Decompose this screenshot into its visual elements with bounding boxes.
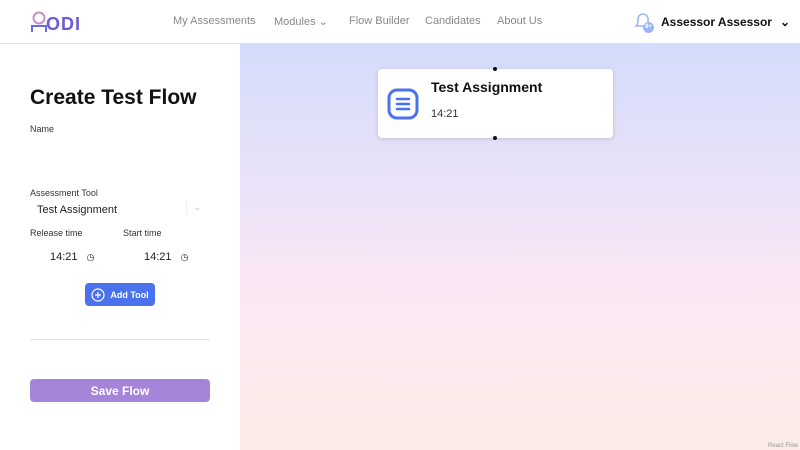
page-title: Create Test Flow	[30, 86, 197, 109]
node-title: Test Assignment	[431, 79, 543, 95]
clock-icon[interactable]: ◷	[181, 252, 189, 262]
flow-canvas[interactable]: Test Assignment 14:21 React Flow	[240, 44, 800, 450]
save-flow-button[interactable]: Save Flow	[30, 379, 210, 402]
start-time-input[interactable]: 14:21 ◷	[144, 251, 188, 263]
chevron-down-icon: ⌄	[318, 16, 328, 28]
nav-flow-builder[interactable]: Flow Builder	[349, 15, 410, 27]
assessment-tool-select[interactable]: Test Assignment ⌄	[30, 200, 210, 220]
node-time: 14:21	[431, 108, 459, 120]
release-time-value: 14:21	[50, 251, 78, 263]
nav-about-us[interactable]: About Us	[497, 15, 542, 27]
assessment-tool-label: Assessment Tool	[30, 188, 98, 198]
add-tool-button[interactable]: Add Tool	[85, 283, 155, 306]
divider	[30, 339, 210, 340]
user-name: Assessor Assessor	[661, 15, 772, 29]
bell-icon[interactable]: 8+	[633, 12, 654, 33]
node-handle-bottom[interactable]	[493, 136, 497, 140]
release-time-label: Release time	[30, 228, 83, 238]
name-label: Name	[30, 124, 55, 134]
start-time-value: 14:21	[144, 251, 172, 263]
logo-text: ODI	[46, 14, 82, 34]
nav-my-assessments[interactable]: My Assessments	[173, 15, 256, 27]
nav-modules[interactable]: Modules ⌄	[274, 15, 328, 28]
start-time-label: Start time	[123, 228, 162, 238]
assessment-tool-value: Test Assignment	[37, 204, 118, 216]
top-navbar: ODI My Assessments Modules ⌄ Flow Builde…	[0, 0, 800, 44]
user-menu[interactable]: 8+ Assessor Assessor ⌄	[633, 12, 791, 33]
release-time-input[interactable]: 14:21 ◷	[50, 251, 94, 263]
notification-badge: 8+	[643, 22, 654, 33]
flow-node-test-assignment[interactable]: Test Assignment 14:21	[378, 67, 613, 140]
react-flow-attribution[interactable]: React Flow	[768, 443, 798, 449]
add-tool-label: Add Tool	[110, 289, 149, 300]
node-handle-top[interactable]	[493, 67, 497, 71]
document-icon	[387, 88, 419, 120]
nav-modules-label: Modules	[274, 16, 316, 28]
chevron-down-icon: ⌄	[186, 202, 201, 213]
chevron-down-icon: ⌄	[779, 15, 791, 29]
odi-logo[interactable]: ODI	[30, 11, 81, 33]
plus-circle-icon	[91, 287, 105, 302]
clock-icon[interactable]: ◷	[87, 252, 95, 262]
name-input[interactable]	[30, 140, 210, 164]
nav-candidates[interactable]: Candidates	[425, 15, 481, 27]
